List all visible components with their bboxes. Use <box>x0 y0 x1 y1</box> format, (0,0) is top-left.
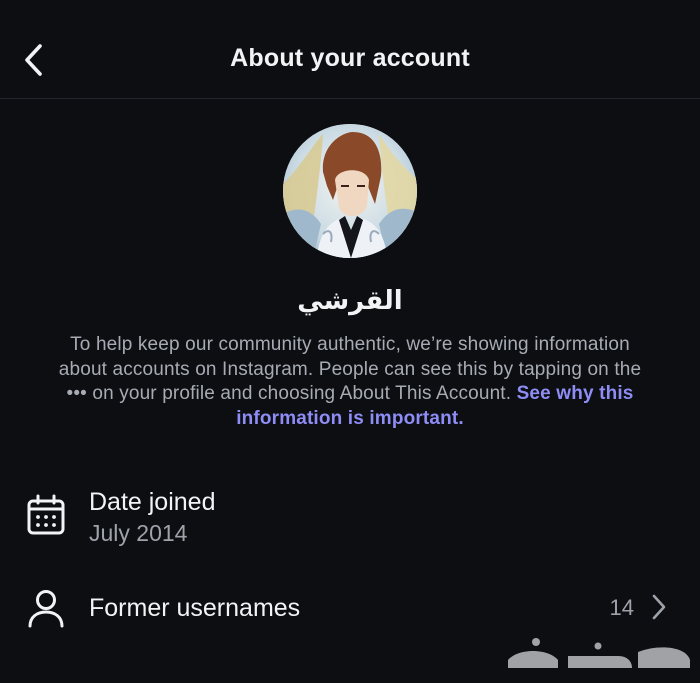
avatar <box>283 124 417 258</box>
date-joined-label: Date joined <box>89 488 216 516</box>
date-joined-row: Date joined July 2014 <box>0 480 700 560</box>
person-icon <box>28 590 64 628</box>
haraj-watermark-logo <box>498 630 698 678</box>
former-usernames-label: Former usernames <box>89 594 301 622</box>
page-title: About your account <box>230 44 470 72</box>
date-joined-value: July 2014 <box>89 520 188 546</box>
calendar-icon <box>27 494 65 535</box>
info-description: To help keep our community authentic, we… <box>48 333 652 431</box>
profile-username: القرشي <box>297 286 403 316</box>
chevron-right-icon <box>652 594 666 620</box>
top-bar: About your account <box>0 0 700 99</box>
former-usernames-count: 14 <box>609 595 634 620</box>
